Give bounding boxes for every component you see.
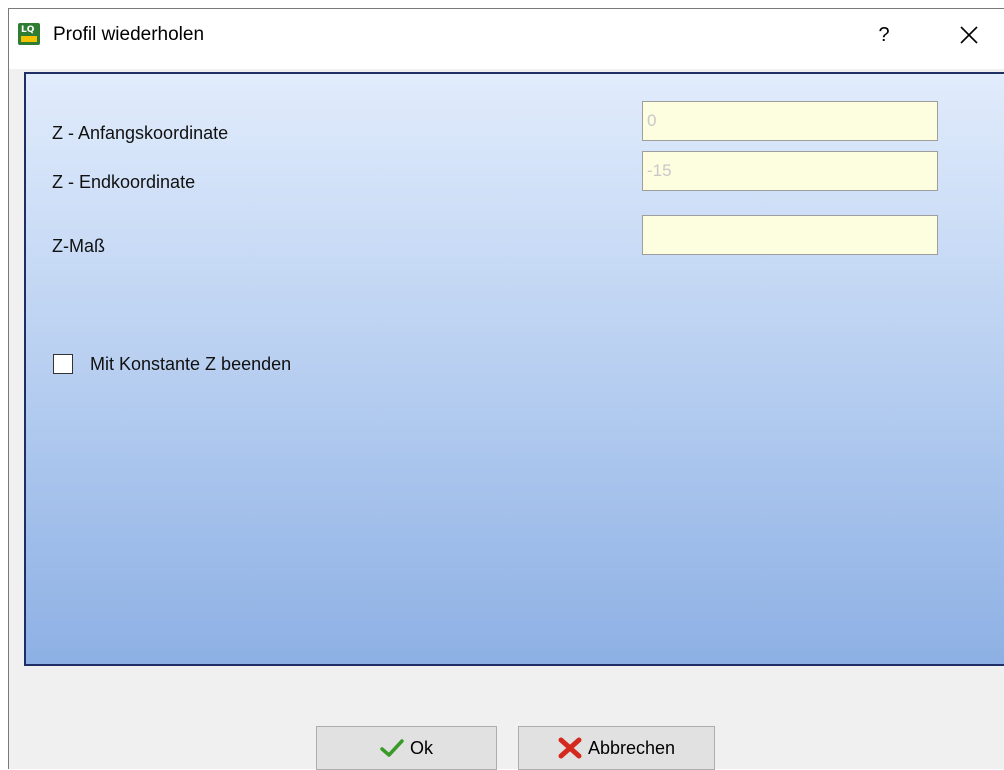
finish-constant-z-label[interactable]: Mit Konstante Z beenden xyxy=(90,352,291,376)
cancel-button-label: Abbrechen xyxy=(587,737,676,758)
settings-panel: Z - Anfangskoordinate Z - Endkoordinate … xyxy=(24,72,1004,666)
cancel-button[interactable]: Abbrechen xyxy=(518,726,715,770)
ok-button-label: Ok xyxy=(409,737,433,758)
checkmark-icon xyxy=(380,739,404,757)
z-size-label: Z-Maß xyxy=(52,236,105,256)
window-title: Profil wiederholen xyxy=(53,24,205,45)
finish-constant-z-checkbox[interactable] xyxy=(53,354,73,374)
close-icon xyxy=(960,26,978,44)
close-button[interactable] xyxy=(953,21,983,49)
ok-button[interactable]: Ok xyxy=(316,726,497,770)
z-size-input[interactable] xyxy=(642,215,938,255)
z-end-input[interactable] xyxy=(642,151,938,191)
help-button[interactable]: ? xyxy=(873,21,895,49)
x-mark-icon xyxy=(558,737,582,759)
app-logo-icon: LQ xyxy=(18,23,40,45)
title-bar[interactable]: LQ Profil wiederholen ? xyxy=(9,9,1004,69)
z-end-label: Z - Endkoordinate xyxy=(52,172,196,192)
z-start-input[interactable] xyxy=(642,101,938,141)
dialog-window: LQ Profil wiederholen ? Z - Anfangskoord… xyxy=(8,8,1004,770)
z-start-label: Z - Anfangskoordinate xyxy=(52,123,229,143)
